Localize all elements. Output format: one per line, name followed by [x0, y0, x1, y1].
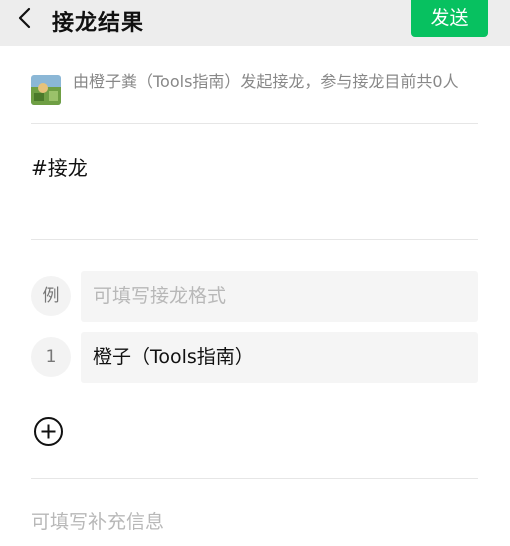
divider: [31, 239, 478, 240]
add-circle-icon[interactable]: [33, 416, 64, 447]
page-title: 接龙结果: [52, 11, 145, 36]
example-row: 例 可填写接龙格式: [31, 271, 478, 322]
avatar: [31, 75, 61, 105]
divider: [31, 123, 478, 124]
entry-input[interactable]: 橙子（Tools指南）: [81, 332, 478, 383]
entry-row: 1 橙子（Tools指南）: [31, 332, 478, 383]
send-button[interactable]: 发送: [411, 0, 488, 37]
top-bar: 接龙结果 发送: [0, 0, 510, 46]
divider: [31, 478, 478, 479]
topic-text[interactable]: #接龙: [31, 152, 88, 181]
back-arrow-icon[interactable]: [14, 6, 38, 30]
supplement-info-input[interactable]: 可填写补充信息: [31, 507, 164, 534]
initiator-description: 由橙子粪（Tools指南）发起接龙，参与接龙目前共0人: [73, 72, 459, 91]
example-format-input[interactable]: 可填写接龙格式: [81, 271, 478, 322]
entry-index-badge: 1: [31, 337, 71, 377]
example-badge: 例: [31, 276, 71, 316]
